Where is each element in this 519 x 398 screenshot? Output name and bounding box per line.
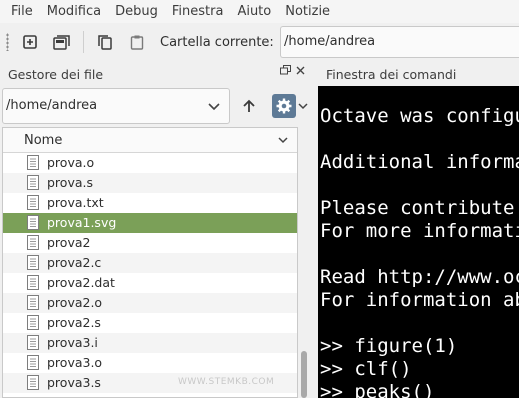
command-window-panel: Finestra dei comandi Octave was configu A… [310, 61, 519, 398]
close-icon[interactable] [295, 65, 306, 76]
file-icon [27, 315, 39, 334]
file-manager-settings-button[interactable] [272, 94, 308, 118]
menu-modifica[interactable]: Modifica [40, 0, 108, 23]
arrow-up-icon [243, 99, 255, 112]
console-line: Additional informa [320, 151, 519, 173]
console-line: For information ab [320, 289, 519, 311]
file-icon [27, 195, 39, 214]
list-item[interactable]: prova1.svg [3, 213, 297, 233]
file-name: prova2.dat [47, 275, 115, 290]
list-item[interactable]: prova2.o [3, 293, 297, 313]
file-list[interactable]: Nome prova.o prova.s prova.txt prova1.svg pr… [2, 127, 298, 398]
file-name: prova.txt [47, 195, 104, 210]
file-name: prova2.s [47, 315, 101, 330]
chevron-down-icon[interactable] [207, 99, 221, 113]
file-name: prova.o [47, 155, 95, 170]
list-item[interactable]: prova3.o [3, 353, 297, 373]
new-script-button[interactable] [17, 29, 43, 55]
file-list-scrollbar[interactable] [299, 127, 310, 398]
gear-icon [276, 98, 292, 114]
file-manager-panel: Gestore dei file /home/andrea Nome prova… [0, 61, 310, 398]
toolbar-grip[interactable] [6, 33, 9, 51]
list-item[interactable]: prova2.s [3, 313, 297, 333]
list-item[interactable]: prova.o [3, 153, 297, 173]
file-name: prova2.c [47, 255, 102, 270]
column-header-label: Nome [24, 133, 63, 148]
command-console[interactable]: Octave was configu Additional informa Plea… [318, 86, 519, 398]
menu-finestra[interactable]: Finestra [165, 0, 231, 23]
list-item[interactable]: prova2.c [3, 253, 297, 273]
file-name: prova3.s [47, 375, 101, 390]
current-folder-input[interactable]: /home/andrea [280, 26, 519, 58]
main-toolbar: Cartella corrente: /home/andrea [0, 23, 519, 61]
console-line: >> figure(1) [320, 335, 458, 357]
panel-controls [280, 65, 306, 76]
file-name: prova2.o [47, 295, 103, 310]
new-window-icon [53, 35, 70, 50]
file-icon [27, 275, 39, 294]
menu-debug[interactable]: Debug [108, 0, 165, 23]
console-line: For more informati [320, 220, 519, 242]
file-name: prova2 [47, 235, 91, 250]
file-name: prova3.i [47, 335, 98, 350]
list-item[interactable]: prova.txt [3, 193, 297, 213]
paste-button[interactable] [124, 29, 150, 55]
file-icon [27, 295, 39, 314]
watermark: WWW.STEMKB.COM [178, 377, 275, 387]
file-name: prova.s [47, 175, 93, 190]
file-icon [27, 255, 39, 274]
file-manager-title: Gestore dei file [8, 67, 104, 82]
menu-notizie[interactable]: Notizie [278, 0, 337, 23]
console-line: Octave was configu [320, 105, 519, 127]
undock-icon[interactable] [280, 65, 292, 76]
list-item[interactable]: prova2.dat [3, 273, 297, 293]
file-icon [27, 155, 39, 174]
menu-bar: File Modifica Debug Finestra Aiuto Notiz… [0, 0, 519, 23]
copy-icon [98, 35, 112, 50]
list-item[interactable]: prova.s [3, 173, 297, 193]
menu-aiuto[interactable]: Aiuto [230, 0, 278, 23]
column-header-name[interactable]: Nome [3, 128, 297, 153]
file-name: prova3.o [47, 355, 103, 370]
copy-button[interactable] [92, 29, 118, 55]
file-icon [27, 375, 39, 394]
file-icon [27, 335, 39, 354]
chevron-down-icon [298, 103, 308, 110]
new-window-button[interactable] [49, 29, 75, 55]
console-line: Please contribute [320, 197, 515, 219]
list-item[interactable]: prova2 [3, 233, 297, 253]
file-name: prova1.svg [47, 215, 117, 230]
list-item[interactable]: prova3.i [3, 333, 297, 353]
new-script-icon [23, 35, 37, 49]
file-icon [27, 175, 39, 194]
console-line: >> peaks() [320, 381, 435, 398]
console-line: Read http://www.oc [320, 266, 519, 288]
path-value: /home/andrea [6, 98, 98, 113]
menu-file[interactable]: File [4, 0, 40, 23]
parent-directory-button[interactable] [238, 95, 260, 117]
path-combobox[interactable]: /home/andrea [2, 88, 230, 124]
file-icon [27, 215, 39, 234]
console-line: >> clf() [320, 358, 412, 380]
sort-chevron-icon [278, 137, 288, 144]
toolbar-separator [83, 31, 84, 53]
file-icon [27, 355, 39, 374]
file-icon [27, 235, 39, 254]
command-window-title: Finestra dei comandi [326, 67, 457, 82]
paste-icon [130, 35, 144, 50]
current-folder-label: Cartella corrente: [160, 34, 274, 50]
scrollbar-thumb[interactable] [301, 351, 307, 398]
